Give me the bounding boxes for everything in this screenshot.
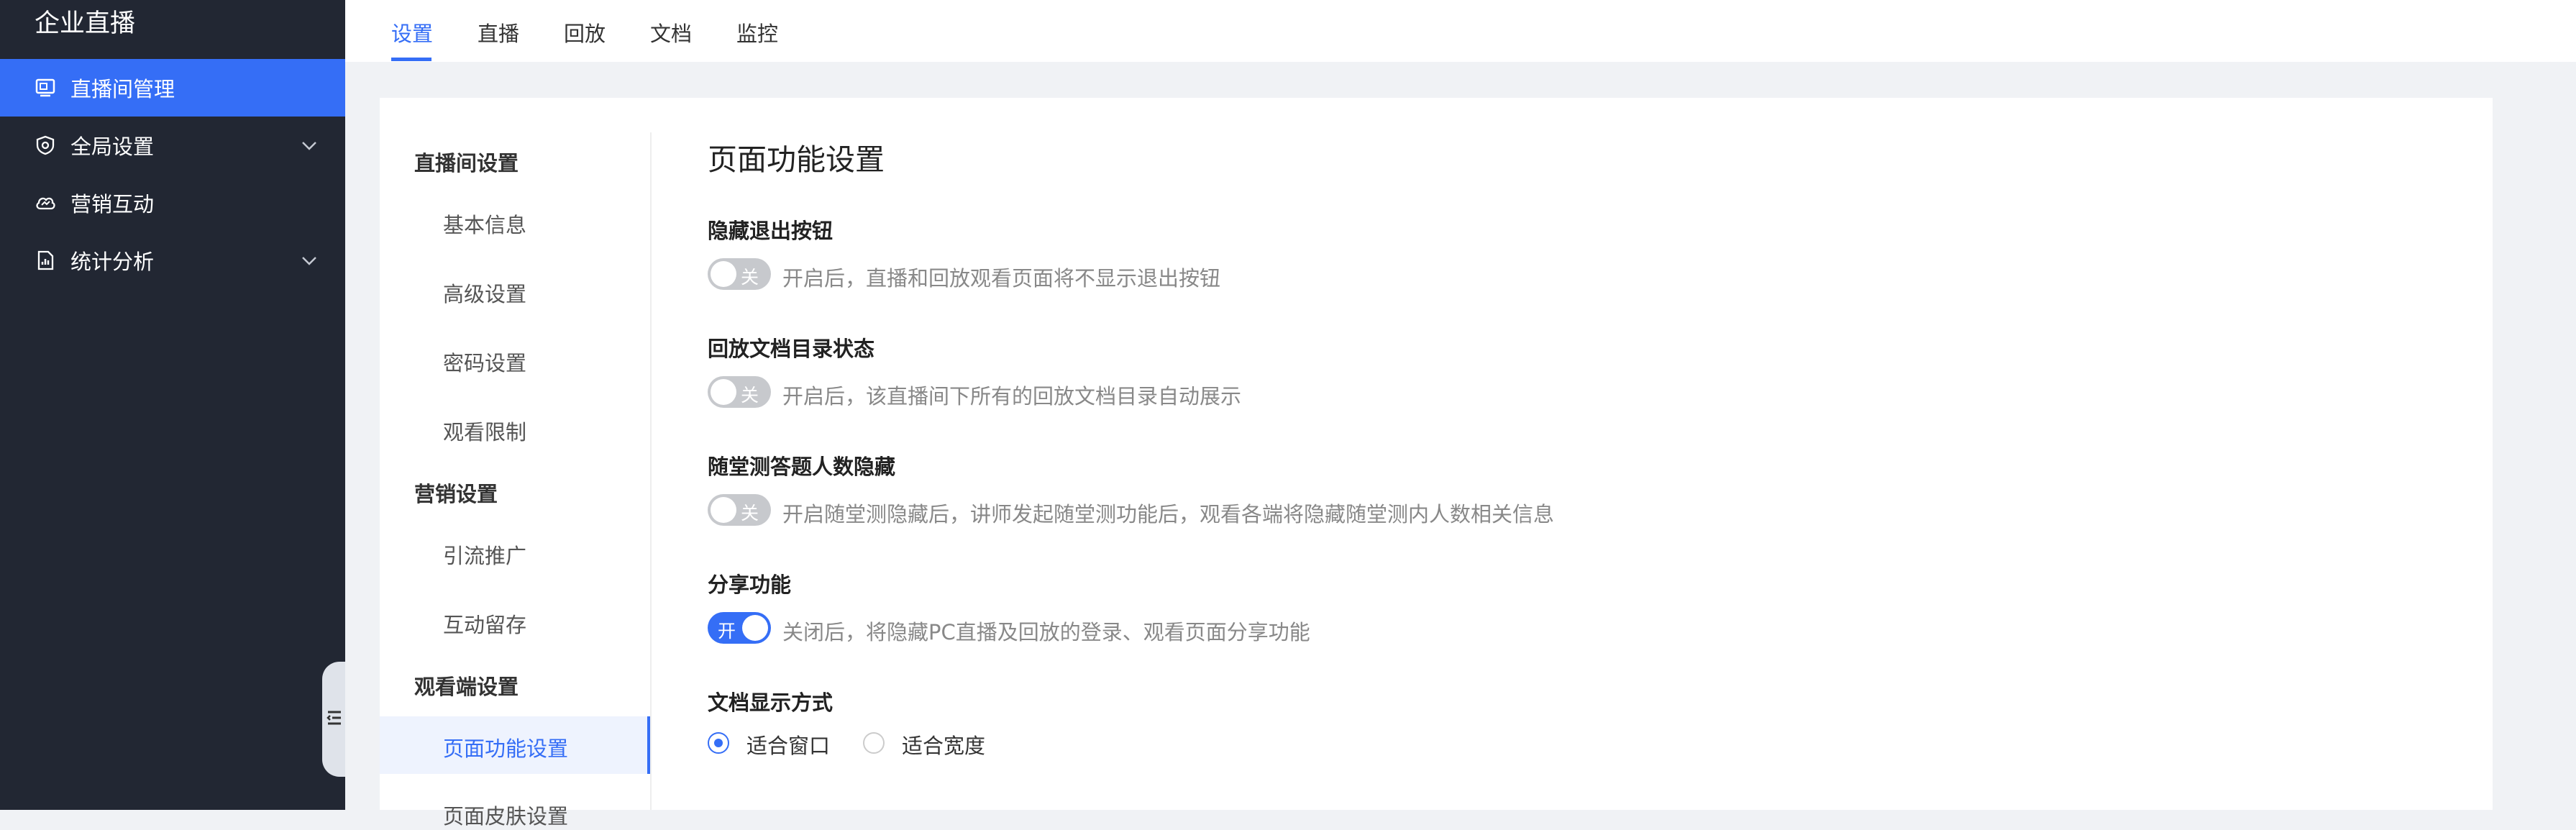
share-function-toggle[interactable]: 开 xyxy=(708,612,771,644)
subnav-divider xyxy=(650,132,652,810)
setting-label-playback-doc-catalog: 回放文档目录状态 xyxy=(708,337,875,361)
hide-exit-button-toggle[interactable]: 关 xyxy=(708,258,771,290)
sidebar-item-marketing-interaction[interactable]: 营销互动 xyxy=(0,174,345,232)
playback-doc-catalog-toggle[interactable]: 关 xyxy=(708,376,771,408)
tab-playback[interactable]: 回放 xyxy=(564,17,606,47)
toggle-knob xyxy=(711,497,736,523)
chevron-down-icon xyxy=(299,135,319,155)
subnav-section-title: 直播间设置 xyxy=(414,151,519,175)
sidebar-item-label: 营销互动 xyxy=(70,192,155,216)
subnav-item-password-settings[interactable]: 密码设置 xyxy=(443,347,526,377)
tab-settings[interactable]: 设置 xyxy=(391,17,433,47)
sidebar-item-statistics-analysis[interactable]: 统计分析 xyxy=(0,232,345,289)
subnav-item-page-function-settings[interactable]: 页面功能设置 xyxy=(443,732,568,762)
subnav-section-title: 观看端设置 xyxy=(414,675,519,699)
setting-description: 开启后，直播和回放观看页面将不显示退出按钮 xyxy=(782,266,1221,291)
radio-label-fit-window[interactable]: 适合窗口 xyxy=(746,729,830,760)
tab-documents[interactable]: 文档 xyxy=(650,17,692,47)
radio-label-fit-width[interactable]: 适合宽度 xyxy=(902,729,985,760)
subnav-item-page-skin-settings[interactable]: 页面皮肤设置 xyxy=(443,800,568,830)
toggle-state-text: 开 xyxy=(718,621,736,642)
setting-label-hide-exit-button: 隐藏退出按钮 xyxy=(708,219,833,243)
toggle-knob xyxy=(711,379,736,405)
cloud-icon xyxy=(35,192,56,214)
app-title: 企业直播 xyxy=(35,9,136,38)
quiz-count-hide-toggle[interactable]: 关 xyxy=(708,494,771,526)
setting-description: 开启随堂测隐藏后，讲师发起随堂测功能后，观看各端将隐藏随堂测内人数相关信息 xyxy=(782,502,1555,526)
chevron-down-icon xyxy=(299,250,319,270)
setting-label-doc-display-mode: 文档显示方式 xyxy=(708,690,833,715)
active-tab-indicator xyxy=(391,58,431,61)
setting-label-quiz-count-hide: 随堂测答题人数隐藏 xyxy=(708,455,896,479)
settings-card xyxy=(380,98,2493,810)
setting-description: 开启后，该直播间下所有的回放文档目录自动展示 xyxy=(782,384,1242,409)
sidebar-item-live-room-management[interactable]: 直播间管理 xyxy=(0,59,345,117)
toggle-state-text: 关 xyxy=(741,267,759,288)
subnav-item-interaction-retention[interactable]: 互动留存 xyxy=(443,608,526,639)
monitor-icon xyxy=(35,77,56,99)
sidebar-collapse-handle[interactable] xyxy=(322,662,345,777)
radio-fit-window[interactable] xyxy=(708,732,729,754)
tab-live[interactable]: 直播 xyxy=(478,17,519,47)
toggle-state-text: 关 xyxy=(741,503,759,524)
sidebar-item-label: 直播间管理 xyxy=(70,77,175,101)
shield-icon xyxy=(35,134,56,156)
subnav-item-viewing-restrictions[interactable]: 观看限制 xyxy=(443,416,526,446)
subnav-item-advanced-settings[interactable]: 高级设置 xyxy=(443,278,526,308)
document-chart-icon xyxy=(35,250,56,271)
sidebar-item-label: 全局设置 xyxy=(70,134,155,159)
setting-description: 关闭后，将隐藏PC直播及回放的登录、观看页面分享功能 xyxy=(782,620,1310,644)
menu-collapse-icon xyxy=(325,707,342,731)
radio-fit-width[interactable] xyxy=(863,732,885,754)
sidebar: 企业直播 直播间管理 全局设置 营销互动 统计分析 xyxy=(0,0,345,810)
toggle-state-text: 关 xyxy=(741,385,759,406)
setting-label-share-function: 分享功能 xyxy=(708,573,792,597)
subnav-section-title: 营销设置 xyxy=(414,482,498,506)
sidebar-item-global-settings[interactable]: 全局设置 xyxy=(0,117,345,174)
toggle-knob xyxy=(742,615,768,641)
toggle-knob xyxy=(711,261,736,287)
subnav-item-basic-info[interactable]: 基本信息 xyxy=(443,209,526,239)
tab-monitor[interactable]: 监控 xyxy=(736,17,778,47)
subnav-item-traffic-promotion[interactable]: 引流推广 xyxy=(443,539,526,570)
page-title: 页面功能设置 xyxy=(708,142,885,177)
sidebar-item-label: 统计分析 xyxy=(70,250,155,274)
